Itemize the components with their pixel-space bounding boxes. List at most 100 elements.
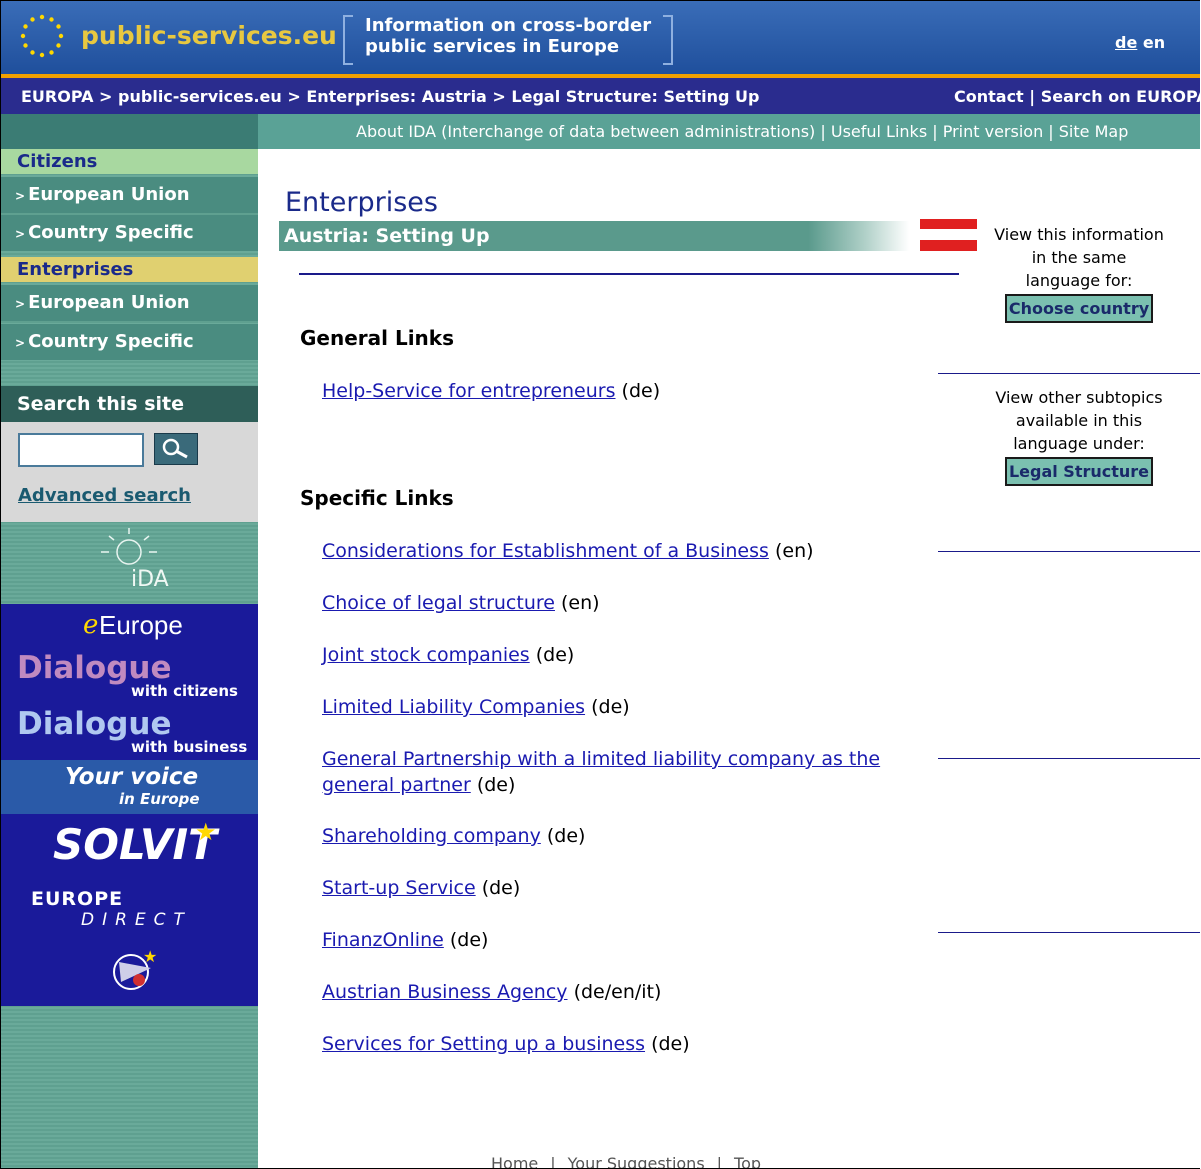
europe-direct-banner[interactable]: EUROPE DIRECT — [1, 884, 258, 938]
link-lang: (de) — [591, 696, 630, 718]
eu-emblem-banner[interactable]: ★ — [1, 938, 258, 1006]
advanced-search-link[interactable]: Advanced search — [18, 485, 191, 506]
footer-top-link[interactable]: Top — [734, 1154, 761, 1168]
dialogue-citizens-sub: with citizens — [131, 682, 238, 700]
search-title: Search this site — [1, 386, 258, 422]
breadcrumb-path[interactable]: EUROPA > public-services.eu > Enterprise… — [21, 87, 759, 106]
austria-flag-icon — [920, 219, 977, 251]
footer-suggestions-link[interactable]: Your Suggestions — [568, 1154, 705, 1168]
right-divider — [938, 373, 1200, 374]
legal-structure-button[interactable]: Legal Structure — [1004, 457, 1154, 486]
specific-link[interactable]: Start-up Service — [322, 877, 476, 899]
subtopics-line1: View other subtopics — [995, 388, 1163, 407]
link-lang: (de) — [476, 774, 516, 796]
site-header: public-services.eu Information on cross-… — [1, 1, 1200, 74]
list-item: Shareholding company (de) — [322, 823, 585, 849]
specific-link[interactable]: Limited Liability Companies — [322, 696, 585, 718]
choose-country-button[interactable]: Choose country — [1004, 294, 1154, 323]
right-divider — [938, 551, 1200, 552]
same-language-line2: in the same — [1031, 248, 1127, 267]
list-item: Choice of legal structure (en) — [322, 590, 600, 616]
footer-separator: | — [716, 1154, 723, 1169]
specific-link[interactable]: Shareholding company — [322, 825, 541, 847]
eeurope-text: Europe — [99, 610, 183, 640]
list-item: Austrian Business Agency (de/en/it) — [322, 979, 661, 1005]
link-lang: (en) — [561, 592, 600, 614]
list-item: Considerations for Establishment of a Bu… — [322, 538, 814, 564]
title-divider — [299, 273, 959, 275]
link-lang: (de/en/it) — [573, 981, 662, 1003]
subtopics-line3: language under: — [1013, 434, 1145, 453]
page-title: Enterprises — [285, 187, 438, 218]
right-divider — [938, 758, 1200, 759]
dialogue-citizens-banner[interactable]: Dialogue with citizens — [1, 648, 258, 704]
search-input[interactable] — [18, 433, 144, 467]
list-item: Services for Setting up a business (de) — [322, 1031, 690, 1057]
sidebar-heading-citizens[interactable]: Citizens — [1, 149, 258, 174]
sidebar-item-label: European Union — [28, 184, 190, 205]
list-item: Joint stock companies (de) — [322, 642, 574, 668]
list-item: Help-Service for entrepreneurs (de) — [322, 378, 660, 404]
arrow-right-icon: > — [15, 336, 26, 350]
footer-links: Home | Your Suggestions | Top — [491, 1154, 761, 1169]
same-language-line3: language for: — [1025, 271, 1133, 290]
general-links-heading: General Links — [300, 326, 455, 350]
footer-separator: | — [550, 1154, 556, 1169]
ida-logo-banner[interactable]: iDA — [1, 522, 258, 604]
search-icon — [162, 438, 188, 459]
site-brand[interactable]: public-services.eu — [81, 21, 337, 50]
specific-link[interactable]: Austrian Business Agency — [322, 981, 568, 1003]
specific-link-cont[interactable]: general partner — [322, 774, 471, 796]
same-language-note: View this information in the same langua… — [979, 223, 1179, 323]
eeurope-banner[interactable]: e Europe — [1, 604, 258, 648]
link-lang: (de) — [449, 929, 489, 951]
footer-home-link[interactable]: Home — [491, 1154, 538, 1168]
secondary-nav: About IDA (Interchange of data between a… — [1, 114, 1200, 149]
list-item: Start-up Service (de) — [322, 875, 520, 901]
bracket-right — [663, 15, 673, 65]
secondary-nav-links[interactable]: About IDA (Interchange of data between a… — [356, 122, 1128, 141]
search-button[interactable] — [154, 433, 198, 465]
sidebar-item-citizens-country[interactable]: > Country Specific — [1, 215, 258, 251]
tagline-line1: Information on cross-border — [365, 15, 652, 36]
sidebar-item-enterprises-country[interactable]: > Country Specific — [1, 324, 258, 360]
europe-direct-line2: DIRECT — [81, 910, 192, 930]
breadcrumb-right-links[interactable]: Contact | Search on EUROPA — [954, 87, 1200, 106]
sidebar-item-label: Country Specific — [28, 222, 194, 243]
subtopics-line2: available in this — [1015, 411, 1143, 430]
lang-de-link[interactable]: de — [1115, 33, 1137, 52]
your-voice-title: Your voice — [65, 764, 199, 790]
tagline-line2: public services in Europe — [365, 36, 620, 57]
right-divider — [938, 932, 1200, 933]
breadcrumb: EUROPA > public-services.eu > Enterprise… — [1, 78, 1200, 114]
lang-en-current: en — [1142, 33, 1166, 52]
sidebar-item-enterprises-eu[interactable]: > European Union — [1, 285, 258, 321]
star-icon: ★ — [195, 818, 217, 846]
general-link[interactable]: Help-Service for entrepreneurs — [322, 380, 616, 402]
specific-link[interactable]: Considerations for Establishment of a Bu… — [322, 540, 769, 562]
specific-link[interactable]: Joint stock companies — [322, 644, 530, 666]
specific-link[interactable]: Choice of legal structure — [322, 592, 555, 614]
europe-direct-line1: EUROPE — [31, 888, 124, 910]
bracket-left — [343, 15, 353, 65]
sidebar-heading-enterprises[interactable]: Enterprises — [1, 257, 258, 282]
sidebar-item-label: European Union — [28, 292, 190, 313]
language-switcher: de en — [1115, 33, 1165, 52]
arrow-right-icon: > — [15, 189, 26, 203]
site-tagline: Information on cross-border public servi… — [365, 15, 651, 57]
dialogue-business-title: Dialogue — [17, 706, 172, 742]
sidebar-item-citizens-eu[interactable]: > European Union — [1, 177, 258, 213]
ida-logo-text: iDA — [131, 567, 169, 592]
specific-link[interactable]: Services for Setting up a business — [322, 1033, 645, 1055]
solvit-banner[interactable]: SOLVIT ★ — [1, 814, 258, 884]
specific-link[interactable]: General Partnership with a limited liabi… — [322, 748, 880, 770]
list-item: Limited Liability Companies (de) — [322, 694, 630, 720]
secondary-nav-spacer — [1, 114, 258, 149]
your-voice-sub: in Europe — [119, 790, 200, 808]
subtopics-note: View other subtopics available in this l… — [979, 386, 1179, 486]
your-voice-banner[interactable]: Your voice in Europe — [1, 760, 258, 814]
specific-link[interactable]: FinanzOnline — [322, 929, 444, 951]
sidebar-item-label: Country Specific — [28, 331, 194, 352]
eeurope-e: e — [83, 610, 99, 640]
dialogue-business-banner[interactable]: Dialogue with business — [1, 704, 258, 760]
